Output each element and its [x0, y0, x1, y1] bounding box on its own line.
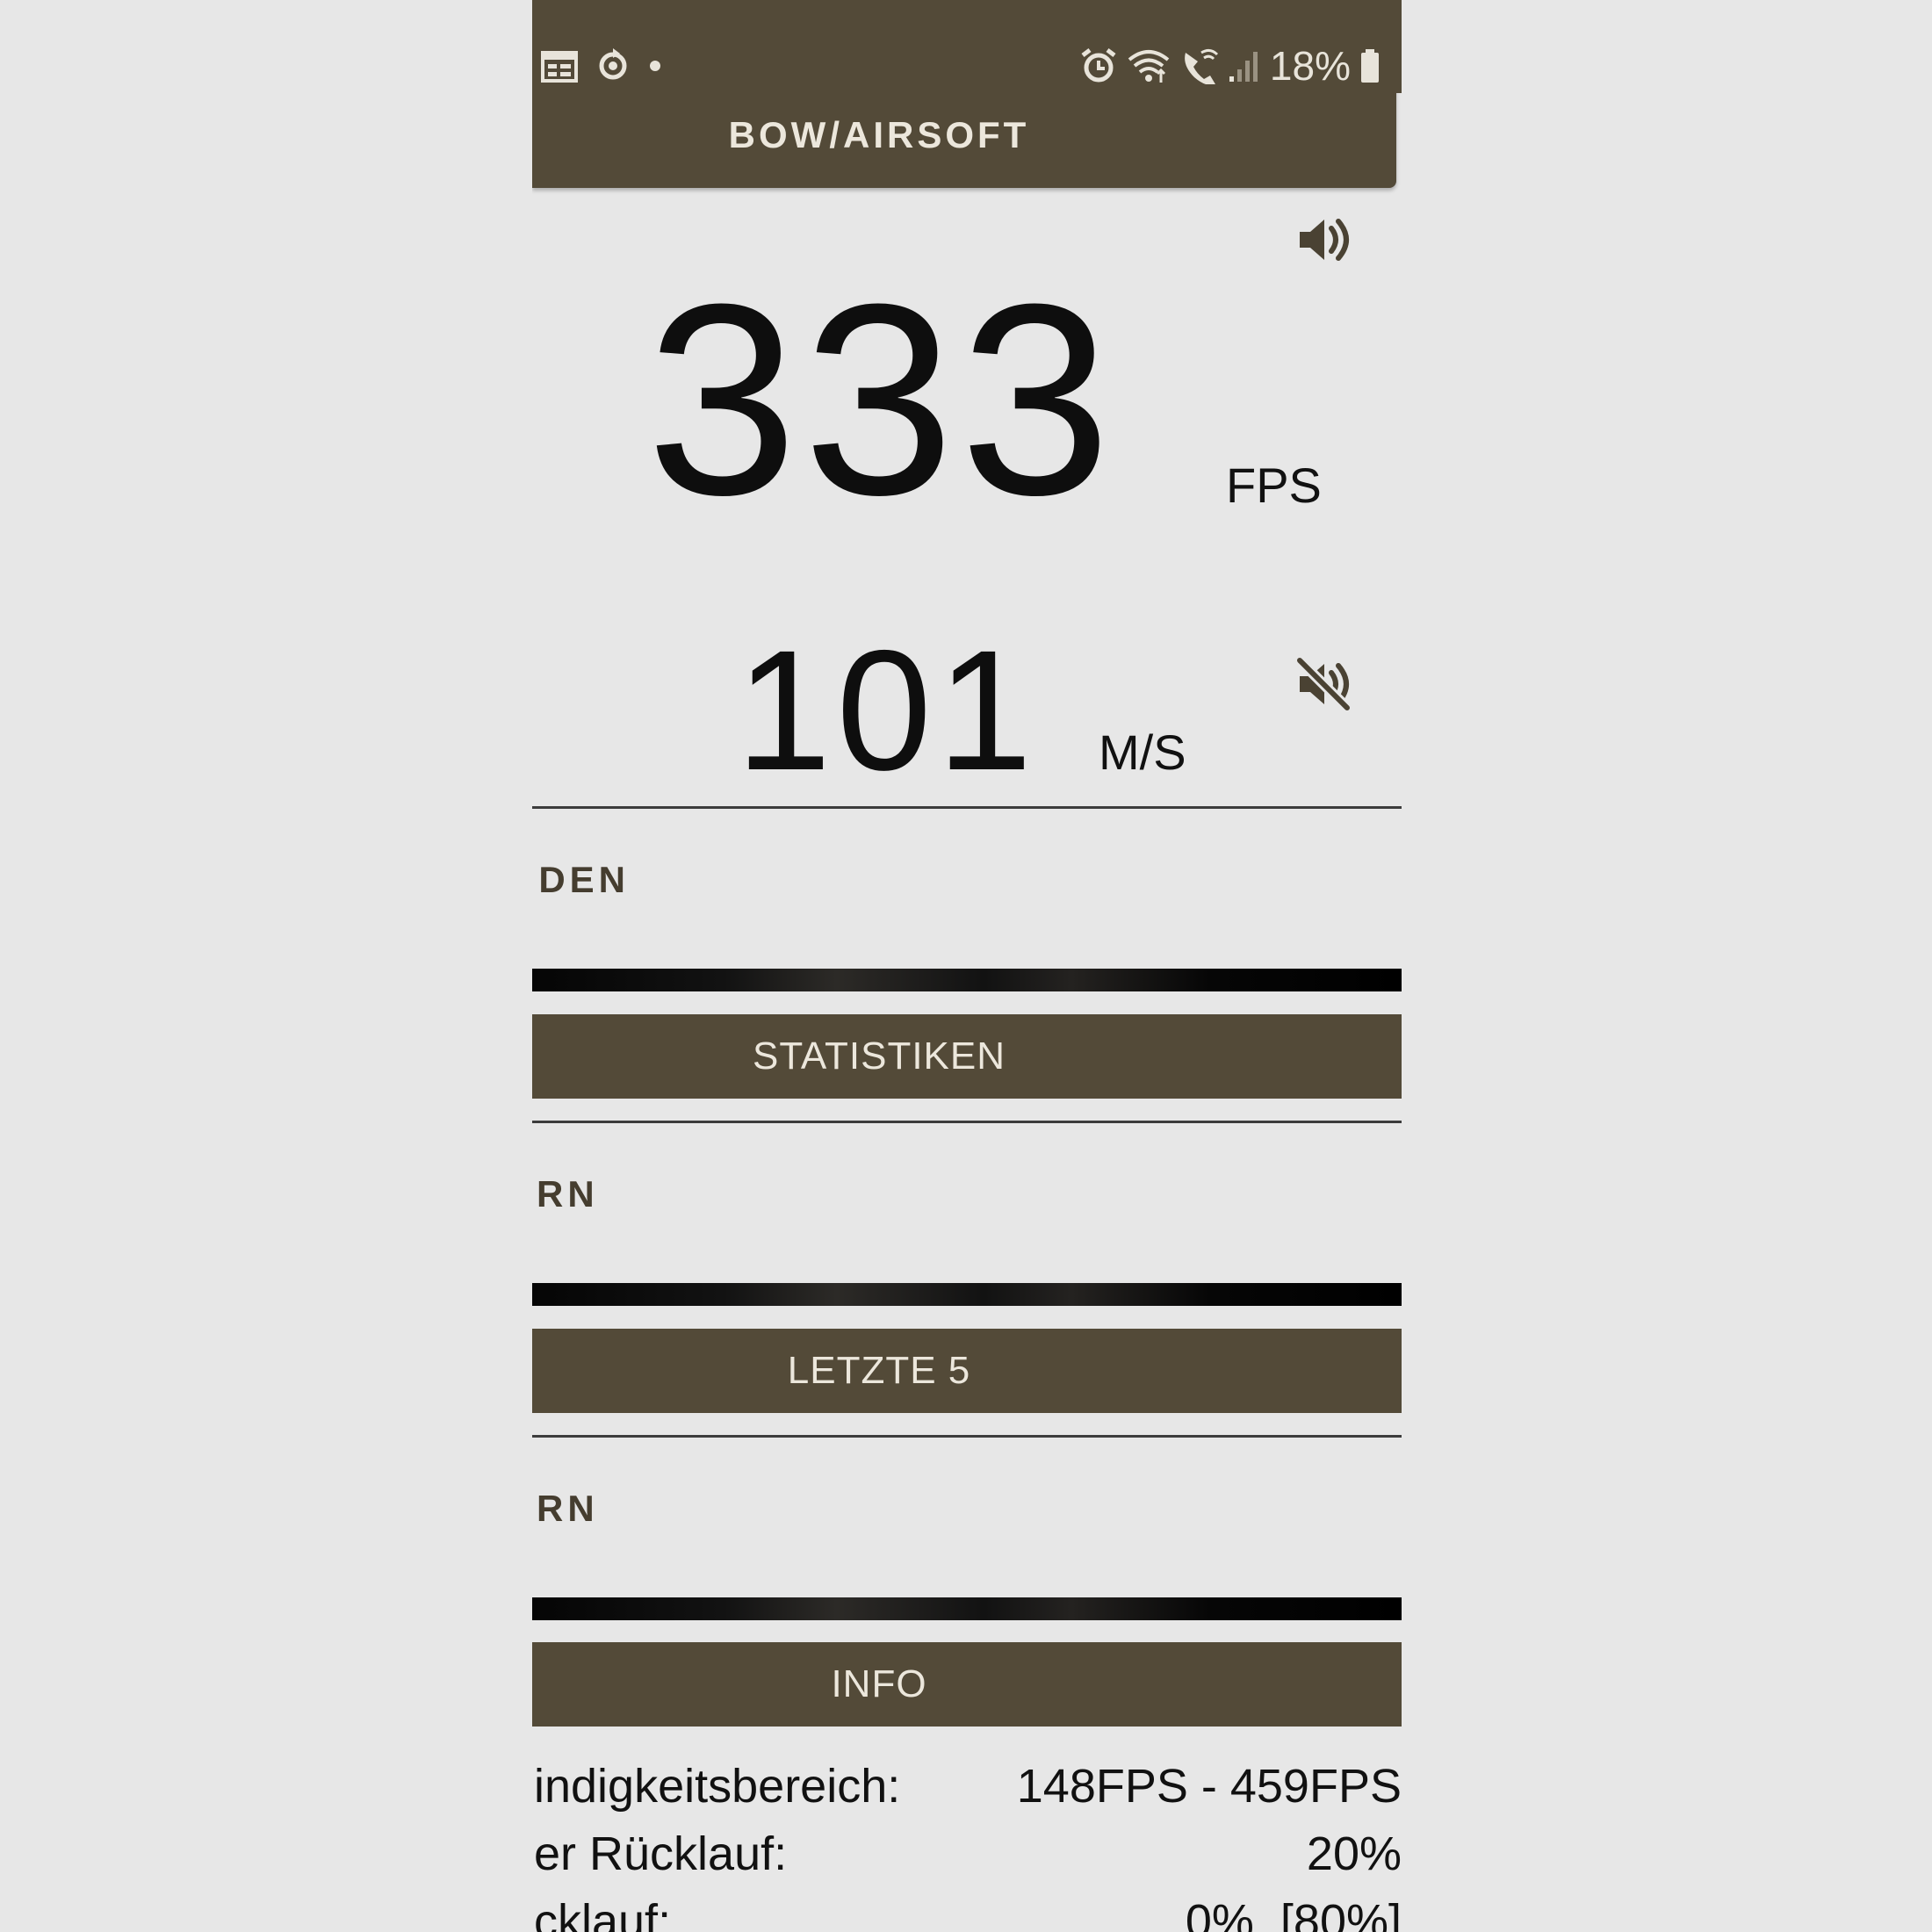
status-bar-right: 18% [1080, 43, 1381, 89]
info-button[interactable]: INFO [532, 1642, 1402, 1727]
info-label: indigkeitsbereich: [534, 1760, 901, 1813]
sync-notification-icon [597, 47, 629, 85]
info-value: 20% [1306, 1827, 1402, 1880]
fps-unit: FPS [1226, 458, 1322, 513]
info-label: er Rücklauf: [534, 1827, 788, 1880]
dark-band [532, 969, 1402, 991]
alarm-icon [1080, 47, 1117, 84]
calendar-notification-icon [541, 49, 578, 83]
fps-value: 333 [646, 247, 1117, 551]
info-label: cklauf: [534, 1895, 672, 1932]
ms-unit: M/S [1099, 724, 1186, 780]
divider [532, 1435, 1402, 1438]
statistics-button[interactable]: STATISTIKEN [532, 1014, 1402, 1099]
info-value: 148FPS - 459FPS [1016, 1760, 1402, 1813]
battery-percentage: 18% [1269, 43, 1351, 89]
divider [532, 1121, 1402, 1123]
wifi-calling-icon [1180, 47, 1219, 84]
section-label[interactable]: ERN [532, 1173, 599, 1215]
ms-value: 101 [736, 615, 1038, 806]
dot-notification-icon [648, 59, 662, 73]
section-label[interactable]: NDEN [532, 859, 630, 901]
signal-strength-icon [1228, 48, 1261, 83]
last-five-button[interactable]: LETZTE 5 [532, 1329, 1402, 1413]
status-bar-extension [1396, 0, 1402, 93]
dark-band [532, 1283, 1402, 1306]
dark-band [532, 1597, 1402, 1620]
status-bar-left [541, 44, 662, 88]
battery-icon [1359, 48, 1381, 83]
phone-screen: 18% BOW/AIRSOFT 333 FPS 101 M/S NDEN STA… [532, 0, 1402, 1932]
wifi-icon [1126, 47, 1171, 84]
speaker-muted-icon[interactable] [1293, 653, 1354, 715]
divider [532, 806, 1402, 809]
section-label[interactable]: ERN [532, 1488, 599, 1530]
app-bar: 18% BOW/AIRSOFT [532, 0, 1396, 188]
speaker-on-icon[interactable] [1293, 209, 1354, 270]
info-value: 0% [80%] [1185, 1895, 1402, 1932]
app-title: BOW/AIRSOFT [728, 114, 1030, 155]
